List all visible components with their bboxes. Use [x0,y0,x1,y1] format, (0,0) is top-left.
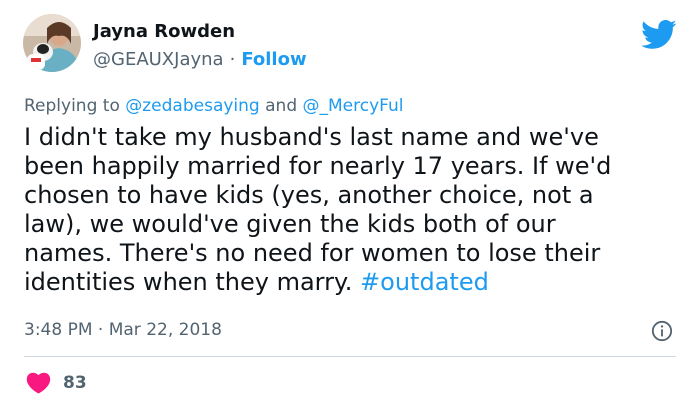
hashtag-link[interactable]: #outdated [360,268,489,296]
timestamp-separator: · [97,320,104,340]
twitter-bird-icon[interactable] [641,16,677,52]
tweet-line: chosen to have kids (yes, another choice… [24,181,594,209]
tweet-text: I didn't take my husband's last name and… [24,123,664,297]
reply-prefix: Replying to [24,96,126,116]
follow-button[interactable]: Follow [241,49,306,70]
like-action[interactable]: 83 [26,371,87,394]
like-count: 83 [63,372,87,393]
reply-context: Replying to @zedabesaying and @_MercyFul [24,94,404,118]
tweet-time: 3:48 PM [24,320,93,340]
author-name[interactable]: Jayna Rowden [93,21,235,43]
divider [24,356,676,357]
tweet-line: law), we would've given the kids both of… [24,210,556,238]
reply-joiner: and [259,96,303,116]
tweet-date: Mar 22, 2018 [108,320,222,340]
tweet-line-text: identities when they marry. [24,268,361,296]
author-handle-row: @GEAUXJayna · Follow [93,49,307,71]
tweet-line: names. There's no need for women to lose… [24,239,601,267]
tweet-timestamp[interactable]: 3:48 PM · Mar 22, 2018 [24,318,222,342]
avatar-photo [23,14,81,72]
avatar[interactable] [23,14,81,72]
tweet-line: been happily married for nearly 17 years… [24,152,612,180]
mention-link-1[interactable]: @zedabesaying [125,96,259,116]
info-icon[interactable] [651,320,673,342]
handle-separator: · [229,49,236,70]
mention-link-2[interactable]: @_MercyFul [303,96,404,116]
tweet-line: I didn't take my husband's last name and… [24,123,599,151]
heart-icon[interactable] [26,371,51,394]
tweet-line-last: identities when they marry. #outdated [24,268,664,297]
author-handle[interactable]: @GEAUXJayna [93,49,224,70]
